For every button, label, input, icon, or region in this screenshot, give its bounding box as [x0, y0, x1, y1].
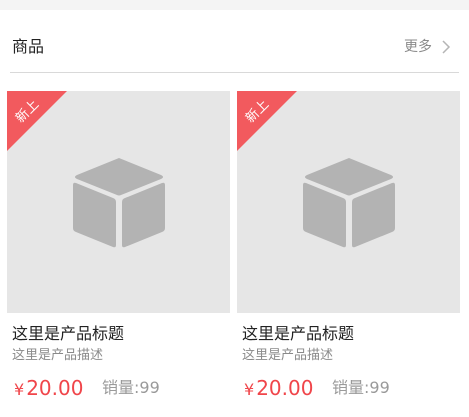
product-image-placeholder: 新上 [237, 91, 460, 313]
price-value: 20.00 [26, 376, 84, 400]
product-card[interactable]: 新上 这里是产品标题 这里是产品描述 ¥20.00 销量:99 [7, 91, 230, 411]
price-value: 20.00 [256, 376, 314, 400]
more-label: 更多 [404, 39, 432, 55]
new-badge: 新上 [237, 91, 297, 151]
product-title: 这里是产品标题 [12, 324, 125, 343]
box-icon [303, 158, 395, 248]
product-title: 这里是产品标题 [242, 324, 355, 343]
sales-count: 销量:99 [102, 378, 160, 397]
product-description: 这里是产品描述 [242, 348, 334, 363]
chevron-right-icon [442, 40, 451, 54]
section-title: 商品 [12, 37, 45, 56]
currency-symbol: ¥ [244, 380, 255, 399]
product-description: 这里是产品描述 [12, 348, 104, 363]
top-strip [0, 0, 469, 10]
product-price: ¥20.00 [244, 376, 313, 402]
more-link[interactable]: 更多 [404, 37, 452, 57]
product-card[interactable]: 新上 这里是产品标题 这里是产品描述 ¥20.00 销量:99 [237, 91, 460, 411]
box-icon [73, 158, 165, 248]
currency-symbol: ¥ [14, 380, 25, 399]
sales-count: 销量:99 [332, 378, 390, 397]
product-image-placeholder: 新上 [7, 91, 230, 313]
new-badge: 新上 [7, 91, 67, 151]
section-header: 商品 更多 [0, 10, 469, 73]
product-price: ¥20.00 [14, 376, 83, 402]
